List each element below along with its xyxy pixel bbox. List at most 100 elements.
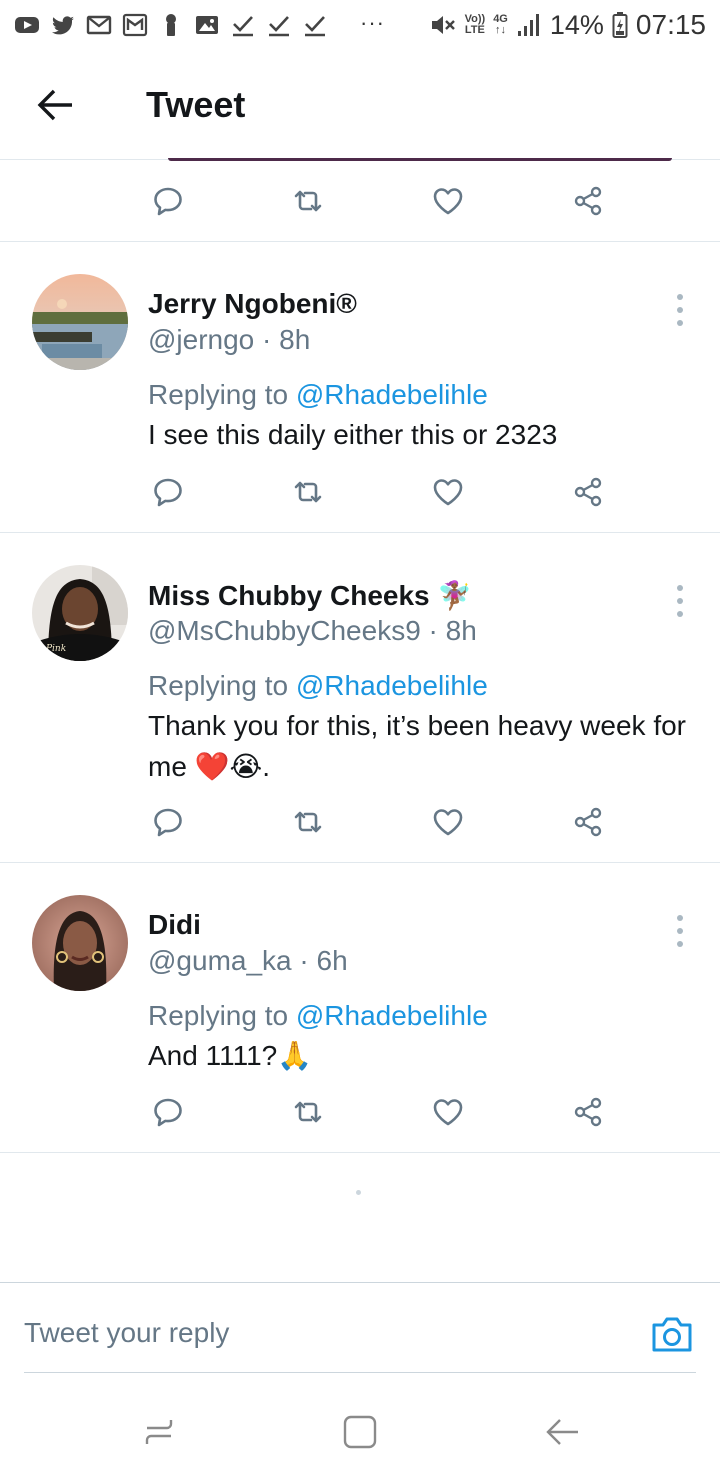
like-button[interactable]: [428, 1092, 468, 1132]
reply-button[interactable]: [148, 1092, 188, 1132]
gmail-icon: [86, 15, 112, 35]
reply-icon: [154, 478, 182, 507]
mention-link[interactable]: @Rhadebelihle: [296, 1000, 488, 1031]
retweet-icon: [294, 481, 322, 503]
replying-to: Replying to @Rhadebelihle: [148, 379, 488, 411]
share-button[interactable]: [568, 181, 608, 221]
avatar[interactable]: Pink: [32, 565, 128, 661]
divider: [0, 1152, 720, 1153]
share-button[interactable]: [568, 472, 608, 512]
fairy-emoji: 🧚🏾‍♀️: [437, 580, 473, 611]
system-indicators: Vo)) LTE 4G ↑↓ 14% 07:15: [429, 8, 706, 42]
loading-indicator: [356, 1190, 361, 1195]
replying-to-label: Replying to: [148, 379, 296, 410]
twitter-icon: [52, 16, 74, 35]
more-options-button[interactable]: [668, 581, 692, 621]
replying-to-label: Replying to: [148, 1000, 296, 1031]
retweet-icon: [294, 190, 322, 212]
share-icon: [574, 1097, 602, 1127]
volte-indicator: Vo)) LTE: [464, 13, 486, 36]
share-icon: [574, 477, 602, 507]
like-button[interactable]: [428, 472, 468, 512]
mention-link[interactable]: @Rhadebelihle: [296, 379, 488, 410]
tweet-actions: [0, 1092, 720, 1132]
like-button[interactable]: [428, 181, 468, 221]
reply-input-underline: [24, 1372, 696, 1373]
avatar[interactable]: [32, 895, 128, 991]
tweet-actions: [0, 802, 720, 842]
reply-input[interactable]: Tweet your reply: [24, 1283, 624, 1375]
author-handle-time[interactable]: @jerngo · 8h: [148, 324, 310, 356]
avatar-image: [32, 895, 128, 991]
tweet-actions: [0, 181, 720, 221]
retweet-button[interactable]: [288, 472, 328, 512]
network-type-indicator: 4G ↑↓: [493, 13, 508, 36]
author-name-text: Miss Chubby Cheeks: [148, 580, 430, 611]
retweet-icon: [294, 811, 322, 833]
more-notifications-indicator: ···: [360, 10, 385, 35]
camera-icon[interactable]: [650, 1314, 694, 1354]
heart-icon: [433, 1099, 463, 1126]
reply-icon: [154, 187, 182, 216]
share-button[interactable]: [568, 802, 608, 842]
replying-to: Replying to @Rhadebelihle: [148, 1000, 488, 1032]
avatar-image: Pink: [32, 565, 128, 661]
heart-icon: [433, 809, 463, 836]
back-arrow-icon[interactable]: [34, 84, 76, 126]
battery-icon: [612, 12, 628, 38]
check-icon: [233, 16, 253, 37]
share-icon: [574, 807, 602, 837]
gmail-icon: [122, 13, 148, 37]
check-icon: [269, 16, 289, 37]
status-bar: ··· Vo)) LTE 4G ↑↓ 14% 07:15: [0, 0, 720, 50]
retweet-button[interactable]: [288, 802, 328, 842]
reply-button[interactable]: [148, 472, 188, 512]
keyhole-icon: [166, 14, 176, 36]
tweet-text: I see this daily either this or 2323: [148, 419, 558, 450]
reply-composer: Tweet your reply: [0, 1282, 720, 1374]
system-nav-bar: [0, 1390, 720, 1480]
page-title: Tweet: [146, 84, 246, 125]
share-button[interactable]: [568, 1092, 608, 1132]
more-options-button[interactable]: [668, 290, 692, 330]
tweet-actions: [0, 472, 720, 512]
youtube-icon: [15, 17, 39, 33]
clock: 07:15: [635, 9, 706, 40]
heart-icon: [433, 479, 463, 506]
retweet-icon: [294, 1101, 322, 1123]
author-name[interactable]: Didi: [148, 909, 201, 941]
tweet-text: And 1111?🙏: [148, 1040, 313, 1071]
avatar-image: [32, 274, 128, 370]
reply-button[interactable]: [148, 181, 188, 221]
replying-to-label: Replying to: [148, 670, 296, 701]
reply-icon: [154, 808, 182, 837]
notification-icons: [14, 8, 328, 42]
author-handle-time[interactable]: @guma_ka · 6h: [148, 945, 348, 977]
retweet-button[interactable]: [288, 1092, 328, 1132]
more-options-button[interactable]: [668, 911, 692, 951]
media-card-edge: [168, 158, 672, 161]
app-header: Tweet: [0, 50, 720, 160]
signal-icon: [517, 14, 539, 36]
heart-icon: [433, 188, 463, 215]
back-icon[interactable]: [542, 1412, 582, 1452]
check-icon: [305, 16, 325, 37]
tweet-text: Thank you for this, it’s been heavy week…: [148, 710, 686, 782]
recent-apps-icon[interactable]: [139, 1412, 179, 1452]
retweet-button[interactable]: [288, 181, 328, 221]
gallery-icon: [196, 16, 218, 34]
home-icon[interactable]: [340, 1412, 380, 1452]
author-name[interactable]: Miss Chubby Cheeks 🧚🏾‍♀️: [148, 579, 472, 612]
battery-percent: 14%: [549, 9, 604, 40]
svg-text:Pink: Pink: [45, 644, 66, 654]
avatar[interactable]: [32, 274, 128, 370]
mention-link[interactable]: @Rhadebelihle: [296, 670, 488, 701]
reply-button[interactable]: [148, 802, 188, 842]
mute-icon: [431, 16, 455, 34]
like-button[interactable]: [428, 802, 468, 842]
share-icon: [574, 186, 602, 216]
author-name[interactable]: Jerry Ngobeni®: [148, 288, 357, 320]
replying-to: Replying to @Rhadebelihle: [148, 670, 488, 702]
author-handle-time[interactable]: @MsChubbyCheeks9 · 8h: [148, 615, 477, 647]
reply-icon: [154, 1098, 182, 1127]
